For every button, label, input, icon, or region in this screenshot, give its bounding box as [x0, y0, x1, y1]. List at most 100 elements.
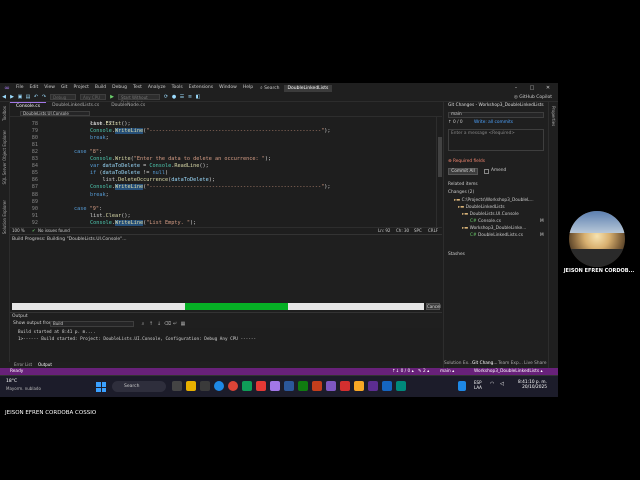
input-language[interactable]: ESP LAA: [474, 380, 482, 390]
status-repository[interactable]: Workshop3_DoubleLinkedLists ▴: [474, 368, 543, 375]
tab-solution-explorer[interactable]: Solution Ex...: [444, 361, 472, 366]
status-sync[interactable]: ↑↓ 0 / 0 ▴: [392, 368, 414, 375]
menu-build[interactable]: Build: [92, 83, 109, 93]
powerpoint-icon[interactable]: [312, 381, 322, 391]
filter-icon[interactable]: ▦: [180, 321, 186, 327]
properties-tab[interactable]: Properties: [551, 106, 556, 126]
teams-icon[interactable]: [326, 381, 336, 391]
visual-studio-running-icon[interactable]: [368, 381, 378, 391]
tab-doublelinkedlists-cs[interactable]: DoubleLinkedLists.cs: [46, 102, 105, 110]
visual-studio-icon[interactable]: [270, 381, 280, 391]
format-icon[interactable]: ☰: [179, 94, 185, 100]
task-view-icon[interactable]: [172, 381, 182, 391]
status-pending-edits[interactable]: ✎ 2 ▴: [418, 368, 429, 375]
editor-status-bar: 100 % ✔ No issues found Ln: 92 Ch: 30 SP…: [10, 227, 442, 234]
search-box[interactable]: ⌕ Search: [260, 85, 279, 91]
menu-git[interactable]: Git: [58, 83, 71, 93]
word-icon[interactable]: [284, 381, 294, 391]
menu-analyze[interactable]: Analyze: [145, 83, 169, 93]
bookmark-icon[interactable]: ◧: [195, 94, 201, 100]
wifi-icon[interactable]: ◠: [490, 381, 500, 391]
menu-window[interactable]: Window: [216, 83, 240, 93]
code-editor[interactable]: case "7": 78 list.Exist(); 79 Console.Write…: [10, 117, 442, 227]
app-icon[interactable]: [354, 381, 364, 391]
breakpoint-icon[interactable]: ●: [171, 94, 177, 100]
configuration-combo[interactable]: Debug: [50, 94, 76, 100]
new-item-icon[interactable]: ▣: [17, 94, 23, 100]
toolbox-tab[interactable]: Toolbox: [2, 106, 7, 121]
tree-item-project[interactable]: ▸▬ DoubleLinkedLists: [458, 205, 505, 210]
previous-message-icon[interactable]: ↑: [148, 321, 154, 327]
maximize-button[interactable]: □: [526, 83, 538, 93]
back-icon[interactable]: ◀: [1, 94, 7, 100]
changes-header[interactable]: Changes (2): [448, 190, 474, 195]
github-copilot-button[interactable]: ◎ GitHub Copilot: [514, 93, 552, 102]
tree-item-doublelinkedlists-cs[interactable]: C# DoubleLinkedLists.cs: [470, 233, 523, 238]
minimize-button[interactable]: –: [510, 83, 522, 93]
commit-all-button[interactable]: Commit All: [448, 168, 478, 175]
hot-reload-icon[interactable]: ⟳: [163, 94, 169, 100]
app-icon[interactable]: [256, 381, 266, 391]
tree-item-workshop[interactable]: ▸▬ Workshop3_DoubleLinke...: [462, 226, 526, 231]
sql-server-object-explorer-tab[interactable]: SQL Server Object Explorer: [2, 130, 7, 185]
cancel-build-button[interactable]: Cancel: [426, 303, 441, 310]
related-items-header[interactable]: Related items: [448, 182, 478, 187]
tab-doublenode-cs[interactable]: DoubleNode.cs: [105, 102, 151, 110]
clock[interactable]: 8:41:10 p. m. 20/10/2025: [518, 380, 547, 390]
windows-start-icon[interactable]: [96, 382, 106, 392]
network-icon[interactable]: [458, 381, 466, 391]
close-button[interactable]: ✕: [542, 83, 554, 93]
commit-message-input[interactable]: Enter a message <Required>: [448, 129, 544, 151]
tab-console-cs[interactable]: Console.cs: [10, 102, 47, 110]
next-message-icon[interactable]: ↓: [156, 321, 162, 327]
comment-icon[interactable]: ≡: [187, 94, 193, 100]
weather-temperature[interactable]: 18°C: [6, 379, 17, 384]
taskbar-search-box[interactable]: Search: [112, 381, 166, 392]
menu-extensions[interactable]: Extensions: [186, 83, 216, 93]
undo-icon[interactable]: ↶: [33, 94, 39, 100]
clear-all-icon[interactable]: ⌫: [164, 321, 171, 327]
tab-git-changes[interactable]: Git Chang...: [472, 361, 497, 366]
menu-debug[interactable]: Debug: [109, 83, 130, 93]
tree-item-ui[interactable]: ▸▬ DoubleLists.UI.Console: [462, 212, 519, 217]
chrome-icon[interactable]: [228, 381, 238, 391]
tab-live-share[interactable]: Live Share: [524, 361, 547, 366]
project-navigation-combo[interactable]: DoubleLists.UI.Console: [20, 111, 90, 116]
file-explorer-icon[interactable]: [186, 381, 196, 391]
menu-project[interactable]: Project: [70, 83, 91, 93]
menu-file[interactable]: File: [13, 83, 27, 93]
amend-checkbox[interactable]: [484, 169, 489, 174]
app-icon[interactable]: [340, 381, 350, 391]
menu-tools[interactable]: Tools: [169, 83, 186, 93]
excel-icon[interactable]: [298, 381, 308, 391]
find-icon[interactable]: ⌕: [140, 321, 146, 327]
stashes-header[interactable]: Stashes: [448, 252, 465, 257]
status-branch[interactable]: main ▴: [440, 368, 454, 375]
editor-vertical-scrollbar[interactable]: [436, 117, 442, 227]
save-icon[interactable]: ▤: [25, 94, 31, 100]
start-icon[interactable]: ▶: [109, 94, 115, 100]
app-icon[interactable]: [382, 381, 392, 391]
menu-edit[interactable]: Edit: [27, 83, 42, 93]
app-icon[interactable]: [242, 381, 252, 391]
menu-view[interactable]: View: [41, 83, 58, 93]
start-without-debugging-button[interactable]: Start Without Debugging: [118, 94, 160, 105]
view-all-commits-link[interactable]: Write: all commits: [474, 120, 513, 125]
output-source-combo[interactable]: Build: [50, 321, 134, 327]
store-icon[interactable]: [200, 381, 210, 391]
menu-help[interactable]: Help: [240, 83, 256, 93]
tree-item-root[interactable]: ▸▬ C:\Projects\Workshop3_DoubleL...: [454, 198, 534, 203]
volume-icon[interactable]: ◁: [500, 381, 510, 391]
app-icon[interactable]: [396, 381, 406, 391]
redo-icon[interactable]: ↷: [41, 94, 47, 100]
tree-item-console-cs[interactable]: C# Console.cs: [470, 219, 501, 224]
edge-icon[interactable]: [214, 381, 224, 391]
solution-explorer-tab[interactable]: Solution Explorer: [2, 200, 7, 234]
word-wrap-icon[interactable]: ↵: [172, 321, 178, 327]
platform-combo[interactable]: Any CPU: [80, 94, 106, 100]
branch-combo[interactable]: main: [448, 112, 544, 118]
scrollbar-thumb[interactable]: [438, 137, 442, 177]
tab-team-explorer[interactable]: Team Exp...: [498, 361, 523, 366]
menu-test[interactable]: Test: [130, 83, 145, 93]
forward-icon[interactable]: ▶: [9, 94, 15, 100]
